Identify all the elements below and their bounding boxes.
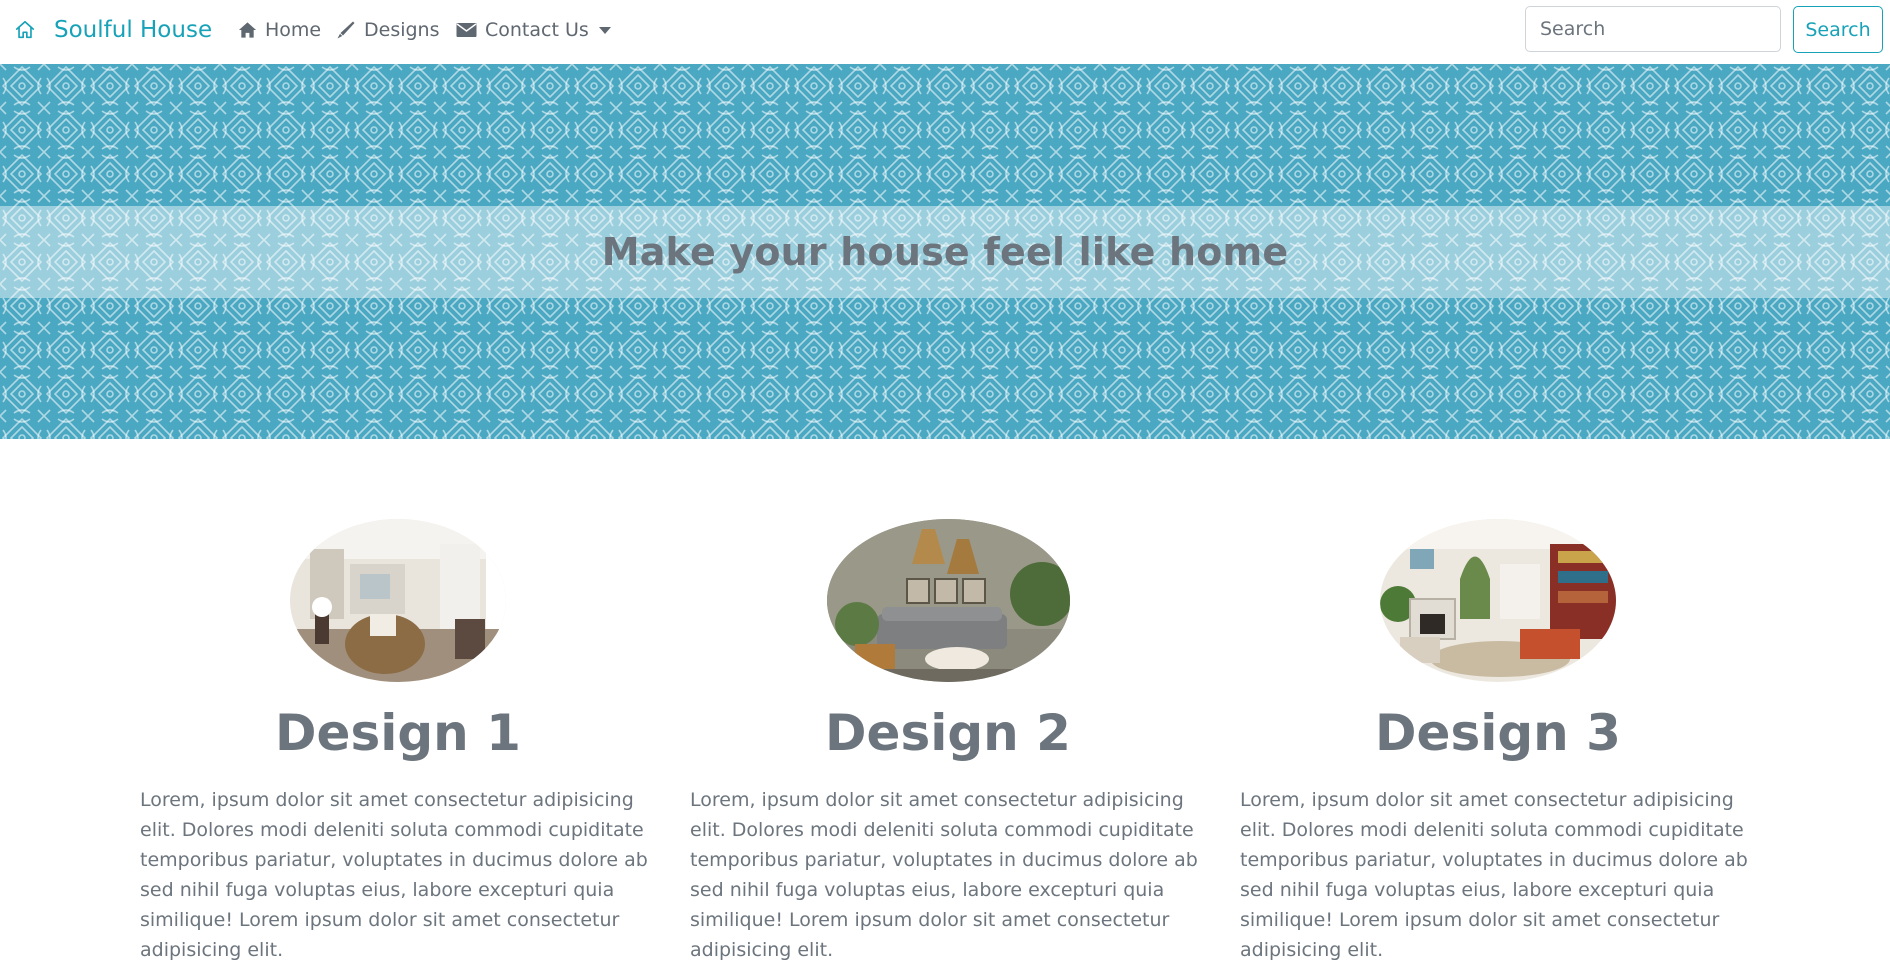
- nav-home-label: Home: [265, 19, 322, 41]
- chevron-down-icon: [598, 26, 611, 34]
- design-title: Design 1: [275, 704, 521, 762]
- design-card: Design 2 Lorem, ipsum dolor sit amet con…: [690, 519, 1206, 965]
- design-description: Lorem, ipsum dolor sit amet consectetur …: [690, 789, 1198, 961]
- hero-title: Make your house feel like home: [601, 230, 1289, 274]
- search-input[interactable]: [1525, 6, 1781, 52]
- nav-contact-dropdown[interactable]: Contact Us: [456, 0, 611, 60]
- nav-designs[interactable]: Designs: [336, 0, 440, 60]
- envelope-icon: [456, 23, 477, 37]
- navbar: Soulful House Home Designs Contact Us Se…: [0, 0, 1890, 64]
- design-3-image: [1380, 519, 1616, 682]
- pencil-icon: [337, 21, 355, 39]
- home-icon: [238, 22, 257, 38]
- design-description: Lorem, ipsum dolor sit amet consectetur …: [140, 789, 648, 961]
- nav-designs-label: Designs: [364, 19, 440, 41]
- design-2-image: [826, 519, 1070, 682]
- hero-title-band: Make your house feel like home: [0, 206, 1890, 298]
- brand-name: Soulful House: [54, 17, 213, 43]
- search-button[interactable]: Search: [1793, 6, 1883, 53]
- design-description: Lorem, ipsum dolor sit amet consectetur …: [1240, 789, 1748, 961]
- home-outline-icon: [15, 20, 35, 39]
- hero-banner: Make your house feel like home: [0, 64, 1890, 439]
- nav-contact-label: Contact Us: [485, 19, 589, 41]
- design-card: Design 3 Lorem, ipsum dolor sit amet con…: [1240, 519, 1756, 965]
- design-title: Design 2: [825, 704, 1071, 762]
- design-title: Design 3: [1375, 704, 1621, 762]
- brand-link[interactable]: Soulful House: [14, 0, 212, 60]
- nav-home[interactable]: Home: [238, 0, 321, 60]
- design-card: Design 1 Lorem, ipsum dolor sit amet con…: [140, 519, 656, 965]
- design-1-image: [290, 519, 506, 682]
